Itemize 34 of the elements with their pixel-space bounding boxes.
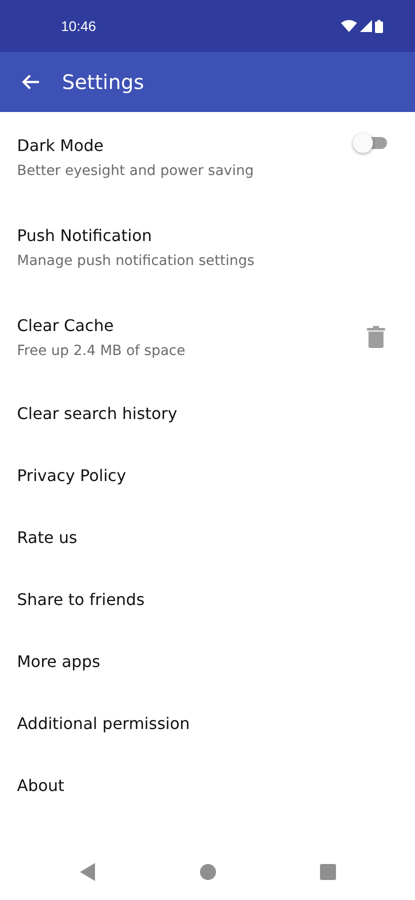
item-title: Share to friends [17, 590, 145, 608]
item-subtitle: Manage push notification settings [17, 252, 254, 268]
toggle-switch[interactable] [353, 133, 387, 153]
settings-item[interactable]: Clear search history [0, 382, 415, 444]
item-subtitle: Free up 2.4 MB of space [17, 342, 186, 358]
clock-time: 10:46 [61, 18, 96, 34]
item-title: Clear Cache [17, 316, 115, 334]
settings-item[interactable]: Rate us [0, 506, 415, 568]
settings-item[interactable]: Additional permission [0, 692, 415, 754]
signal-icon [360, 20, 372, 32]
screen-title: Settings [62, 70, 144, 94]
trash-icon[interactable] [367, 326, 385, 348]
item-title: Dark Mode [17, 136, 105, 154]
back-arrow-icon[interactable] [22, 74, 40, 90]
back-icon[interactable] [80, 863, 96, 881]
item-subtitle: Better eyesight and power saving [17, 162, 254, 178]
item-title: Privacy Policy [17, 466, 126, 484]
recents-icon[interactable] [320, 864, 336, 880]
item-title: Clear search history [17, 404, 178, 422]
settings-item[interactable]: Dark Mode Better eyesight and power saving [0, 112, 415, 202]
settings-item[interactable]: About [0, 754, 415, 816]
battery-icon [375, 20, 383, 32]
home-icon[interactable] [200, 864, 216, 880]
settings-item[interactable]: Privacy Policy [0, 444, 415, 506]
wifi-icon [341, 20, 357, 32]
settings-item[interactable]: Push Notification Manage push notification settings [0, 202, 415, 292]
item-title: Rate us [17, 528, 78, 546]
settings-item[interactable]: Share to friends [0, 568, 415, 630]
item-title: Push Notification [17, 226, 153, 244]
item-title: About [17, 776, 64, 794]
item-title: More apps [17, 652, 100, 670]
settings-item[interactable]: More apps [0, 630, 415, 692]
item-title: Additional permission [17, 714, 190, 732]
settings-item[interactable]: Clear Cache Free up 2.4 MB of space [0, 292, 415, 382]
